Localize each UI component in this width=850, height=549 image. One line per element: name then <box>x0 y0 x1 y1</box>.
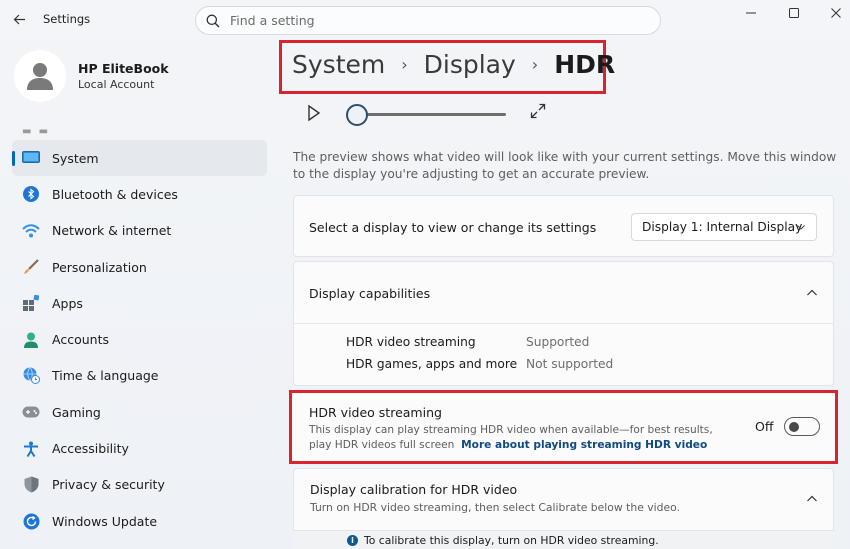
display-capabilities-header[interactable]: Display capabilities <box>294 262 833 324</box>
back-button[interactable] <box>8 8 30 30</box>
search-box[interactable] <box>195 6 661 35</box>
hdr-video-streaming-toggle[interactable] <box>784 417 820 436</box>
sidebar-item-label: Accessibility <box>52 441 129 457</box>
breadcrumb: System › Display › HDR <box>292 50 615 79</box>
sidebar-item-privacy-security[interactable]: Privacy & security <box>12 467 267 503</box>
apps-icon <box>22 294 40 312</box>
sidebar-item-bluetooth[interactable]: Bluetooth & devices <box>12 176 267 212</box>
sidebar-item-system[interactable]: System <box>12 140 267 177</box>
chevron-down-icon <box>797 225 805 230</box>
sidebar-item-gaming[interactable]: Gaming <box>12 394 267 430</box>
sidebar-item-label: Personalization <box>52 259 147 275</box>
hdr-video-streaming-card: HDR video streaming This display can pla… <box>289 390 838 464</box>
capability-name: HDR video streaming <box>346 335 476 349</box>
hdr-toggle-state: Off <box>755 419 774 434</box>
app-title: Settings <box>43 12 91 26</box>
user-icon <box>27 63 53 90</box>
breadcrumb-separator: › <box>401 55 408 74</box>
sidebar-item-label: Bluetooth & devices <box>52 186 178 202</box>
separator-dashes: ▬ ▬ <box>22 126 51 137</box>
calibration-info-text: To calibrate this display, turn on HDR v… <box>364 533 659 547</box>
info-icon: i <box>347 534 358 546</box>
search-input[interactable] <box>230 13 630 28</box>
user-profile[interactable]: HP EliteBook Local Account <box>14 50 169 102</box>
sidebar-item-accessibility[interactable]: Accessibility <box>12 430 267 466</box>
video-preview-player <box>300 100 560 128</box>
display-capabilities-title: Display capabilities <box>309 286 431 301</box>
accessibility-icon <box>22 440 40 458</box>
capability-value: Not supported <box>526 357 614 371</box>
gamepad-icon <box>22 403 40 421</box>
sidebar-item-label: System <box>52 150 99 166</box>
globe-clock-icon <box>22 367 40 385</box>
sidebar-item-label: Windows Update <box>52 513 158 529</box>
breadcrumb-system[interactable]: System <box>292 50 385 79</box>
hdr-calibration-title: Display calibration for HDR video <box>310 482 518 497</box>
hdr-video-streaming-title: HDR video streaming <box>309 405 442 420</box>
breadcrumb-display[interactable]: Display <box>424 50 516 79</box>
sidebar-item-time-language[interactable]: Time & language <box>12 358 267 394</box>
shield-icon <box>22 476 40 494</box>
sidebar-item-label: Network & internet <box>52 223 172 239</box>
sidebar-item-label: Apps <box>52 295 83 311</box>
capability-name: HDR games, apps and more <box>346 357 518 371</box>
preview-description: The preview shows what video will look l… <box>293 150 837 181</box>
sidebar-item-label: Gaming <box>52 404 101 420</box>
sidebar-nav: System Bluetooth & devices Network & int… <box>12 140 267 539</box>
hdr-video-streaming-description: This display can play streaming HDR vide… <box>309 423 729 452</box>
display-capabilities-card: Display capabilities HDR video streaming… <box>293 261 834 386</box>
bluetooth-icon <box>22 185 40 203</box>
expand-icon <box>530 103 546 119</box>
sidebar-item-accounts[interactable]: Accounts <box>12 321 267 357</box>
close-button[interactable] <box>821 4 850 22</box>
sidebar-item-windows-update[interactable]: Windows Update <box>12 503 267 539</box>
sidebar-item-label: Time & language <box>52 368 159 384</box>
calibration-info-bar: i To calibrate this display, turn on HDR… <box>293 530 834 549</box>
settings-window: Settings HP EliteBook Local A <box>0 0 850 549</box>
capability-value: Supported <box>526 335 590 349</box>
maximize-button[interactable] <box>779 4 809 22</box>
page-title: HDR <box>554 50 616 79</box>
breadcrumb-separator: › <box>531 55 539 74</box>
title-bar: Settings <box>0 0 850 40</box>
profile-name: HP EliteBook <box>78 61 169 76</box>
avatar <box>14 50 66 102</box>
maximize-icon <box>789 8 799 18</box>
brush-icon <box>22 258 40 276</box>
close-icon <box>831 8 841 18</box>
video-seek-track[interactable] <box>358 113 506 116</box>
sidebar-item-apps[interactable]: Apps <box>12 285 267 321</box>
hdr-learn-more-link[interactable]: More about playing streaming HDR video <box>461 439 707 451</box>
toggle-knob <box>789 421 799 432</box>
display-dropdown[interactable]: Display 1: Internal Display <box>631 213 817 241</box>
hdr-calibration-header[interactable]: Display calibration for HDR video Turn o… <box>294 469 833 529</box>
video-seek-thumb[interactable] <box>346 104 368 126</box>
fullscreen-button[interactable] <box>530 103 546 123</box>
sidebar-item-label: Privacy & security <box>52 477 165 493</box>
chevron-up-icon <box>807 289 817 296</box>
person-icon <box>22 331 40 349</box>
display-select-card: Select a display to view or change its s… <box>293 195 834 257</box>
play-button[interactable] <box>306 104 322 126</box>
arrow-left-icon <box>13 14 25 24</box>
hdr-calibration-subtitle: Turn on HDR video streaming, then select… <box>310 501 681 514</box>
minimize-button[interactable] <box>736 4 766 22</box>
sidebar-item-personalization[interactable]: Personalization <box>12 249 267 285</box>
sidebar-item-label: Accounts <box>52 332 109 348</box>
chevron-up-icon <box>807 495 817 502</box>
update-icon <box>22 512 40 530</box>
wifi-icon <box>22 222 40 240</box>
play-icon <box>308 104 321 122</box>
profile-account-type: Local Account <box>78 78 155 91</box>
minimize-icon <box>746 12 756 14</box>
monitor-icon <box>22 149 40 167</box>
display-dropdown-value: Display 1: Internal Display <box>642 220 803 234</box>
sidebar-item-network[interactable]: Network & internet <box>12 213 267 249</box>
display-select-label: Select a display to view or change its s… <box>309 220 597 235</box>
search-icon <box>206 14 220 27</box>
